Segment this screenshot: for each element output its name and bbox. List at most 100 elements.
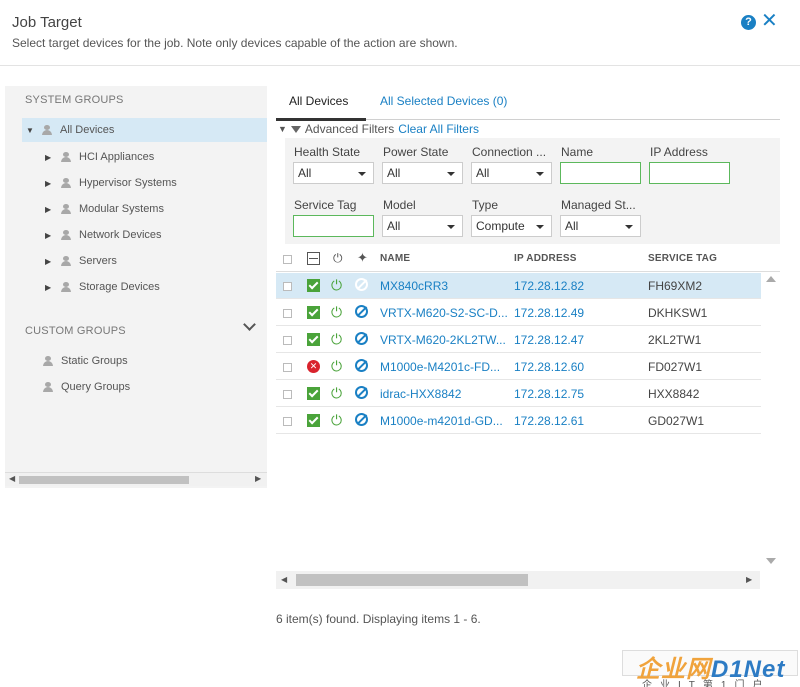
ip-address-filter-label: IP Address xyxy=(650,145,708,159)
model-select[interactable]: All xyxy=(382,215,463,237)
tree-item-label: Modular Systems xyxy=(79,203,164,215)
scroll-down-icon[interactable] xyxy=(766,558,776,564)
health-ok-icon xyxy=(307,333,320,346)
row-checkbox[interactable] xyxy=(283,309,292,318)
device-service-tag: HXX8842 xyxy=(648,387,700,401)
table-row[interactable]: ⏻ M1000e-m4201d-GD... 172.28.12.61 GD027W1 xyxy=(276,408,780,434)
chevron-down-icon[interactable]: ▼ xyxy=(278,124,287,134)
scroll-up-icon[interactable] xyxy=(766,276,776,282)
health-ok-icon xyxy=(307,279,320,292)
device-name-link[interactable]: VRTX-M620-S2-SC-D... xyxy=(380,306,508,320)
health-critical-icon: ✕ xyxy=(307,360,320,373)
tree-item-hypervisor-systems[interactable]: ▶ Hypervisor Systems xyxy=(45,171,177,195)
group-icon xyxy=(43,382,53,392)
tree-item-servers[interactable]: ▶ Servers xyxy=(45,249,117,273)
watermark-logo: 企业网D1Net 企业IT第1门户 xyxy=(622,648,800,687)
row-checkbox[interactable] xyxy=(283,336,292,345)
tab-all-selected-devices[interactable]: All Selected Devices (0) xyxy=(380,94,507,108)
groups-horizontal-scrollbar[interactable]: ◀ ▶ xyxy=(5,472,267,486)
advanced-filters-toggle[interactable]: ▼ Advanced Filters Clear All Filters xyxy=(278,122,479,136)
tree-item-all-devices[interactable]: ▼ All Devices xyxy=(22,118,267,142)
caret-right-icon[interactable]: ▶ xyxy=(45,231,53,240)
group-icon xyxy=(43,356,53,366)
tree-item-storage-devices[interactable]: ▶ Storage Devices xyxy=(45,275,160,299)
disconnected-icon xyxy=(355,359,368,372)
close-icon[interactable]: ✕ xyxy=(761,11,778,31)
caret-right-icon[interactable]: ▶ xyxy=(45,153,53,162)
device-service-tag: DKHKSW1 xyxy=(648,306,708,320)
caret-right-icon[interactable]: ▶ xyxy=(45,205,53,214)
managed-state-select[interactable]: All xyxy=(560,215,641,237)
scrollbar-thumb[interactable] xyxy=(19,476,189,484)
disconnected-icon xyxy=(355,332,368,345)
table-row[interactable]: ⏻ MX840cRR3 172.28.12.82 FH69XM2 xyxy=(276,273,780,299)
group-icon xyxy=(42,125,52,135)
service-tag-filter-input[interactable] xyxy=(293,215,374,237)
caret-right-icon[interactable]: ▶ xyxy=(45,257,53,266)
row-checkbox[interactable] xyxy=(283,390,292,399)
caret-down-icon[interactable]: ▼ xyxy=(26,126,34,135)
device-name-link[interactable]: idrac-HXX8842 xyxy=(380,387,508,401)
caret-right-icon[interactable]: ▶ xyxy=(45,179,53,188)
disconnected-icon xyxy=(355,413,368,426)
column-header-name[interactable]: NAME xyxy=(380,253,410,264)
power-on-icon: ⏻ xyxy=(331,331,343,347)
type-select[interactable]: Compute xyxy=(471,215,552,237)
group-icon xyxy=(61,282,71,292)
caret-right-icon[interactable]: ▶ xyxy=(45,283,53,292)
tree-item-hci-appliances[interactable]: ▶ HCI Appliances xyxy=(45,145,154,169)
device-name-link[interactable]: MX840cRR3 xyxy=(380,279,508,293)
row-checkbox[interactable] xyxy=(283,282,292,291)
chevron-down-icon[interactable] xyxy=(243,318,256,331)
column-header-service-tag[interactable]: SERVICE TAG xyxy=(648,253,717,264)
table-row[interactable]: ✕ ⏻ M1000e-M4201c-FD... 172.28.12.60 FD027W1 xyxy=(276,354,780,380)
health-ok-icon xyxy=(307,387,320,400)
filter-panel: Health State All Power State All Connect… xyxy=(285,138,780,244)
table-horizontal-scrollbar[interactable]: ◀ ▶ xyxy=(276,571,760,589)
table-row[interactable]: ⏻ VRTX-M620-2KL2TW... 172.28.12.47 2KL2TW1 xyxy=(276,327,780,353)
name-filter-input[interactable] xyxy=(560,162,641,184)
managed-state-filter-label: Managed St... xyxy=(561,198,636,212)
connection-icon[interactable]: ✦ xyxy=(357,250,368,266)
tree-item-label: Query Groups xyxy=(61,381,131,393)
scroll-left-icon[interactable]: ◀ xyxy=(9,474,15,483)
power-plug-icon[interactable]: ⏻ xyxy=(333,251,343,266)
item-count-text: 6 item(s) found. Displaying items 1 - 6. xyxy=(276,612,481,626)
row-checkbox[interactable] xyxy=(283,363,292,372)
disconnected-icon xyxy=(355,305,368,318)
job-target-dialog: Job Target Select target devices for the… xyxy=(0,0,800,687)
power-state-select[interactable]: All xyxy=(382,162,463,184)
help-icon[interactable]: ? xyxy=(741,15,756,30)
tree-item-static-groups[interactable]: Static Groups xyxy=(43,349,128,373)
group-icon xyxy=(61,178,71,188)
connection-state-select[interactable]: All xyxy=(471,162,552,184)
select-all-checkbox[interactable] xyxy=(283,255,292,264)
health-icon[interactable] xyxy=(307,252,320,265)
table-vertical-scrollbar[interactable] xyxy=(761,272,780,568)
tree-item-network-devices[interactable]: ▶ Network Devices xyxy=(45,223,162,247)
device-name-link[interactable]: VRTX-M620-2KL2TW... xyxy=(380,333,508,347)
scrollbar-thumb[interactable] xyxy=(296,574,528,586)
model-filter-label: Model xyxy=(383,198,416,212)
clear-all-filters-link[interactable]: Clear All Filters xyxy=(398,122,479,136)
tree-item-modular-systems[interactable]: ▶ Modular Systems xyxy=(45,197,164,221)
active-tab-indicator xyxy=(276,118,366,121)
table-row[interactable]: ⏻ idrac-HXX8842 172.28.12.75 HXX8842 xyxy=(276,381,780,407)
scroll-right-icon[interactable]: ▶ xyxy=(746,575,752,584)
tree-item-query-groups[interactable]: Query Groups xyxy=(43,375,130,399)
device-name-link[interactable]: M1000e-M4201c-FD... xyxy=(380,360,508,374)
row-checkbox[interactable] xyxy=(283,417,292,426)
column-header-ip-address[interactable]: IP ADDRESS xyxy=(514,253,577,264)
table-row[interactable]: ⏻ VRTX-M620-S2-SC-D... 172.28.12.49 DKHKSW1 xyxy=(276,300,780,326)
power-on-icon: ⏻ xyxy=(331,412,343,428)
groups-panel: SYSTEM GROUPS ▼ All Devices ▶ HCI Applia… xyxy=(5,86,267,488)
scroll-right-icon[interactable]: ▶ xyxy=(255,474,261,483)
ip-address-filter-input[interactable] xyxy=(649,162,730,184)
scroll-left-icon[interactable]: ◀ xyxy=(281,575,287,584)
device-ip-address: 172.28.12.61 xyxy=(514,414,585,428)
tab-all-devices[interactable]: All Devices xyxy=(289,94,348,108)
health-state-select[interactable]: All xyxy=(293,162,374,184)
health-ok-icon xyxy=(307,306,320,319)
device-ip-address: 172.28.12.75 xyxy=(514,387,585,401)
device-name-link[interactable]: M1000e-m4201d-GD... xyxy=(380,414,508,428)
